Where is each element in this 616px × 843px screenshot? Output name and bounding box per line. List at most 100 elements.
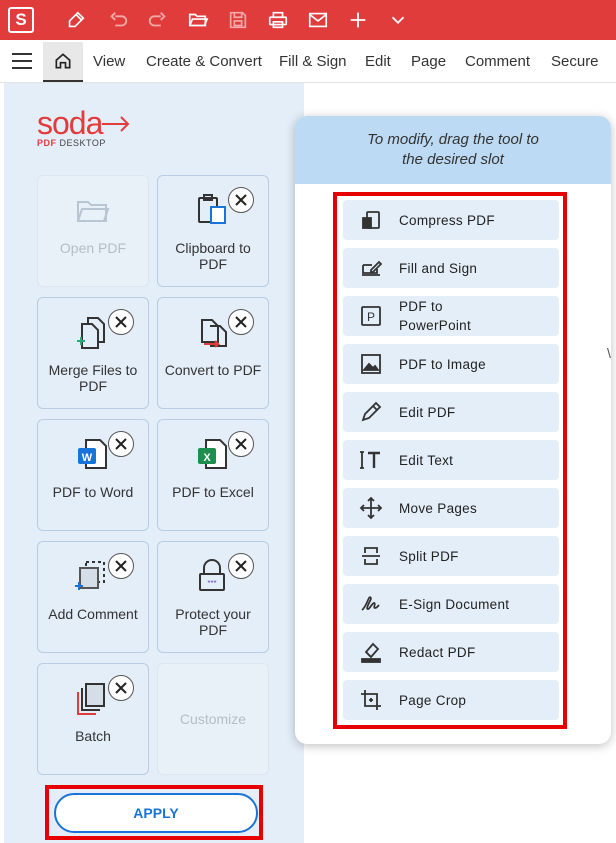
tool-move-pages[interactable]: Move Pages [343, 488, 559, 528]
close-icon [235, 194, 247, 206]
tile-label: PDF to Excel [172, 484, 254, 500]
batch-icon [77, 683, 105, 715]
home-tab[interactable] [43, 42, 83, 82]
remove-tool-button[interactable] [108, 675, 134, 701]
close-icon [115, 560, 127, 572]
tool-pdf-to-powerpoint[interactable]: P PDF to PowerPoint [343, 296, 559, 336]
edge-glyph: \ [607, 345, 611, 361]
tile-label: Merge Files to PDF [48, 362, 138, 394]
tool-label: Page Crop [399, 692, 467, 708]
word-icon: W [78, 439, 107, 469]
tile-label: Batch [75, 728, 111, 744]
apply-highlight: APPLY [45, 785, 263, 840]
close-icon [115, 438, 127, 450]
instruction-line: the desired slot [402, 151, 504, 168]
mail-icon[interactable] [306, 8, 330, 32]
tool-redact-pdf[interactable]: Redact PDF [343, 632, 559, 672]
compress-icon [362, 211, 380, 229]
remove-tool-button[interactable] [108, 553, 134, 579]
tool-label: Split PDF [399, 548, 459, 564]
undo-icon[interactable] [106, 8, 130, 32]
pen-icon[interactable] [64, 8, 88, 32]
excel-icon: X [198, 439, 227, 469]
plus-icon[interactable] [346, 8, 370, 32]
svg-text:X: X [203, 452, 211, 464]
quick-tools-panel: soda PDF DESKTOP Open PDF Clipboard to P… [4, 83, 304, 843]
svg-text:***: *** [207, 579, 216, 588]
tool-edit-pdf[interactable]: Edit PDF [343, 392, 559, 432]
signature-icon [361, 596, 380, 611]
menu-bar: View Create & Convert Fill & Sign Edit P… [0, 40, 616, 83]
redo-icon[interactable] [146, 8, 170, 32]
remove-tool-button[interactable] [108, 431, 134, 457]
save-icon[interactable] [226, 8, 250, 32]
lock-icon: *** [199, 559, 225, 591]
crop-icon [361, 690, 381, 710]
tile-add-comment[interactable]: Add Comment [37, 541, 149, 653]
tool-label: Move Pages [399, 500, 478, 516]
tool-compress-pdf[interactable]: Compress PDF [343, 200, 559, 240]
tile-merge-files[interactable]: Merge Files to PDF [37, 297, 149, 409]
tile-label: Customize [179, 711, 247, 727]
remove-tool-button[interactable] [228, 553, 254, 579]
tool-label: Compress PDF [399, 212, 495, 228]
tile-pdf-to-word[interactable]: W PDF to Word [37, 419, 149, 531]
close-icon [235, 560, 247, 572]
tool-label: E-Sign Document [399, 596, 510, 612]
tile-customize[interactable]: Customize [157, 663, 269, 775]
brand-arrow-icon [102, 115, 130, 132]
tile-protect-pdf[interactable]: *** Protect your PDF [157, 541, 269, 653]
title-bar: S [0, 0, 616, 40]
remove-tool-button[interactable] [108, 309, 134, 335]
tool-page-crop[interactable]: Page Crop [343, 680, 559, 720]
tab-edit[interactable]: Edit [365, 53, 391, 70]
hamburger-menu-icon[interactable] [12, 53, 32, 69]
popover-instructions: To modify, drag the tool to the desired … [295, 116, 611, 184]
tool-label: Edit Text [399, 452, 454, 468]
open-folder-icon[interactable] [186, 8, 210, 32]
close-icon [235, 316, 247, 328]
instruction-line: To modify, drag the tool to [367, 131, 539, 148]
app-logo: S [8, 7, 34, 33]
tile-label: PDF to Word [52, 484, 134, 500]
tile-pdf-to-excel[interactable]: X PDF to Excel [157, 419, 269, 531]
tool-fill-and-sign[interactable]: Fill and Sign [343, 248, 559, 288]
fill-sign-icon [362, 260, 383, 276]
tile-batch[interactable]: Batch [37, 663, 149, 775]
remove-tool-button[interactable] [228, 187, 254, 213]
svg-text:W: W [82, 452, 93, 464]
tab-comment[interactable]: Comment [465, 53, 530, 70]
tile-label: Protect your PDF [175, 606, 251, 638]
apply-button[interactable]: APPLY [54, 793, 258, 833]
remove-tool-button[interactable] [228, 309, 254, 335]
brand-word: soda [37, 105, 103, 141]
tile-convert-to-pdf[interactable]: Convert to PDF [157, 297, 269, 409]
tool-label: Edit PDF [399, 404, 456, 420]
tool-split-pdf[interactable]: Split PDF [343, 536, 559, 576]
tab-fill-sign[interactable]: Fill & Sign [279, 53, 347, 70]
svg-text:P: P [367, 310, 375, 324]
tab-create-convert[interactable]: Create & Convert [146, 53, 262, 70]
clipboard-icon [198, 194, 226, 224]
tool-label: Fill and Sign [399, 260, 478, 276]
tile-clipboard-to-pdf[interactable]: Clipboard to PDF [157, 175, 269, 287]
tool-e-sign-document[interactable]: E-Sign Document [343, 584, 559, 624]
remove-tool-button[interactable] [228, 431, 254, 457]
tab-secure[interactable]: Secure [551, 53, 599, 70]
powerpoint-icon: P [361, 306, 381, 326]
split-icon [362, 547, 380, 565]
brand-subtitle: PDF DESKTOP [37, 138, 106, 148]
print-icon[interactable] [266, 8, 290, 32]
tile-label: Open PDF [59, 240, 127, 256]
tile-open-pdf[interactable]: Open PDF [37, 175, 149, 287]
convert-icon [201, 319, 227, 348]
eraser-icon [361, 642, 381, 663]
tool-pdf-to-image[interactable]: PDF to Image [343, 344, 559, 384]
move-icon [359, 496, 383, 520]
image-icon [361, 354, 381, 374]
text-cursor-icon [360, 451, 380, 469]
tab-page[interactable]: Page [411, 53, 446, 70]
tool-edit-text[interactable]: Edit Text [343, 440, 559, 480]
tab-view[interactable]: View [93, 53, 125, 70]
chevron-down-icon[interactable] [386, 8, 410, 32]
